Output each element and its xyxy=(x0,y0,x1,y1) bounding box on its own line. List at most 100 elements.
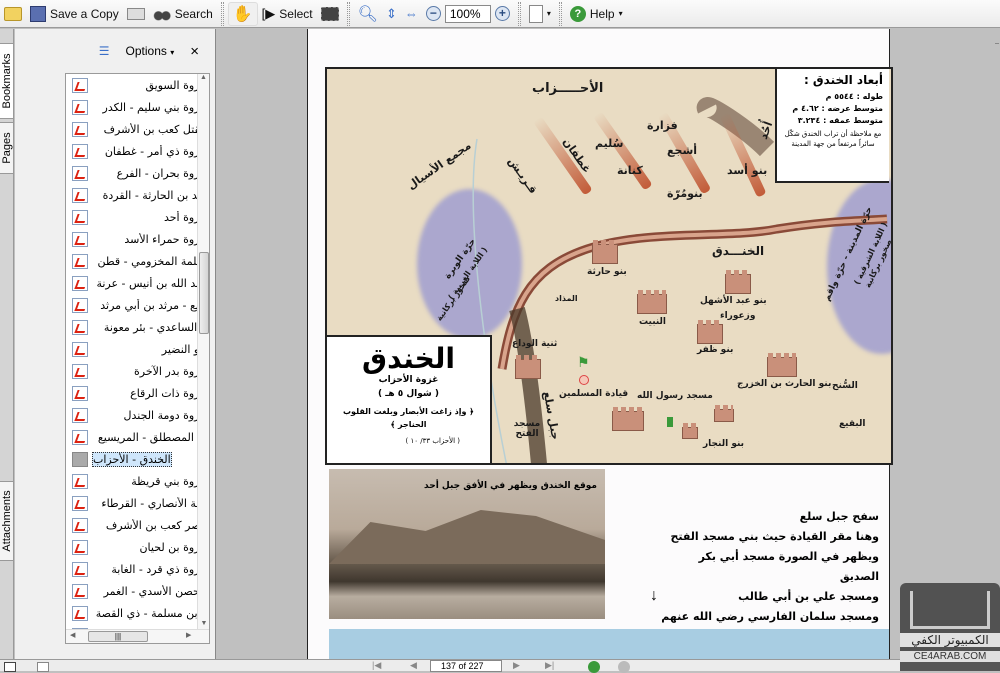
open-button[interactable] xyxy=(0,2,26,26)
bookmark-item[interactable]: غزوة بني قريظة xyxy=(66,470,209,492)
bookmark-item[interactable]: بنو النضير xyxy=(66,338,209,360)
zoom-tool-button[interactable]: 🔍︎ xyxy=(354,2,382,26)
fort-small xyxy=(714,405,734,422)
document-viewer[interactable]: الأحـــــزاب قـريـش غطفان فزارة سُليم أش… xyxy=(217,29,1000,659)
select-tool-button[interactable]: [▶ Select xyxy=(258,2,317,26)
bookmark-item[interactable]: غزوة ذي أمر - غطفان xyxy=(66,140,209,162)
bookmark-item[interactable]: و الساعدي - بئر معونة xyxy=(66,316,209,338)
tab-attachments-label: Attachments xyxy=(0,490,13,552)
scroll-left-arrow[interactable]: ◀ xyxy=(70,631,75,639)
fit-width-icon: ⇔ xyxy=(404,6,418,21)
pdf-bookmark-icon xyxy=(72,209,88,225)
fort-thaniyat-wada xyxy=(515,355,541,379)
fort-banu-haritha xyxy=(592,240,618,264)
bookmark-label: غزوة السويق xyxy=(145,78,206,92)
fort-banu-najjar-main xyxy=(612,407,644,431)
horizontal-scrollbar[interactable]: ◀ ||| ▶ xyxy=(66,629,209,643)
watermark-arabic: الكمبيوتر الكفي xyxy=(900,633,1000,647)
search-button[interactable]: Search xyxy=(149,2,217,26)
pdf-bookmark-icon xyxy=(72,539,88,555)
fit-page-icon: ⇕ xyxy=(385,5,397,21)
caption-line: سفح جبل سلع xyxy=(799,510,879,523)
go-forward-icon[interactable] xyxy=(618,661,630,673)
label-khandaq: الخنـــدق xyxy=(712,244,765,258)
tab-pages[interactable]: Pages xyxy=(0,122,14,174)
bookmark-item[interactable]: عبد الله بن أنيس - عرنة xyxy=(66,272,209,294)
bookmark-item[interactable]: غزوة بني سليم - الكدر xyxy=(66,96,209,118)
bookmark-label: غزوة بني قريظة xyxy=(131,474,206,488)
scrollbar-thumb[interactable] xyxy=(199,252,209,334)
map-title: الخندق xyxy=(362,342,455,375)
first-page-button[interactable]: |◀ xyxy=(372,660,381,671)
quran-verse: ﴿ وإذ زاغت الأبصار وبلغت القلوب الحناجر … xyxy=(343,407,474,429)
save-copy-button[interactable]: Save a Copy xyxy=(26,2,123,26)
search-label: Search xyxy=(174,6,213,21)
bookmark-item[interactable]: غزوة حمراء الأسد xyxy=(66,228,209,250)
scroll-up-arrow[interactable]: ▲ xyxy=(198,74,209,81)
tab-bookmarks-label: Bookmarks xyxy=(0,53,13,109)
fort-banu-zafar xyxy=(697,320,723,344)
zoom-level-input[interactable] xyxy=(444,4,491,23)
bookmark-label: غزوة ذي أمر - غطفان xyxy=(104,144,206,158)
pdf-bookmark-icon xyxy=(72,429,88,445)
uhud-photo: موقع الخندق ويظهر في الأفق جبل أحد xyxy=(329,469,605,619)
mountain-shape xyxy=(329,510,605,564)
pdf-bookmark-icon xyxy=(72,99,88,115)
go-back-icon[interactable] xyxy=(588,661,600,673)
bookmark-item[interactable]: د بن مسلمة - ذي القصة xyxy=(66,602,209,624)
fit-page-button[interactable]: ⇕ xyxy=(382,2,401,26)
bookmark-item[interactable]: قصر كعب بن الأشرف xyxy=(66,514,209,536)
bookmark-item[interactable]: الخندق - الأحزاب xyxy=(66,448,209,470)
scroll-down-arrow[interactable]: ▼ xyxy=(198,620,209,627)
bookmark-item[interactable]: غزوة بحران - الفرع xyxy=(66,162,209,184)
bookmark-item[interactable]: غزوة ذات الرقاع xyxy=(66,382,209,404)
bookmark-item[interactable]: ي المصطلق - المريسيع xyxy=(66,426,209,448)
fort-banu-harith xyxy=(767,353,797,377)
pdf-bookmark-icon xyxy=(72,143,88,159)
dims-width: متوسط عرضه : ٤.٦٢ م xyxy=(792,104,883,113)
last-page-button[interactable]: ▶| xyxy=(545,660,554,671)
page-layout-button[interactable]: ▾ xyxy=(525,2,555,26)
fit-width-button[interactable]: ⇔ xyxy=(401,2,422,26)
bookmark-item[interactable]: غزوة أحد xyxy=(66,206,209,228)
bookmark-label: غزوة أحد xyxy=(163,210,206,224)
toolbar: Save a Copy Search ✋ [▶ Select 🔍︎ ⇕ ⇔ − … xyxy=(0,0,1000,28)
pdf-page: الأحـــــزاب قـريـش غطفان فزارة سُليم أش… xyxy=(307,29,893,659)
horizontal-scrollbar-thumb[interactable]: ||| xyxy=(88,631,148,642)
scroll-right-arrow[interactable]: ▶ xyxy=(186,631,191,639)
bookmark-item[interactable]: زيد بن الحارثة - القردة xyxy=(66,184,209,206)
page-number-input[interactable]: 137 of 227 xyxy=(430,660,502,672)
options-menu-button[interactable]: Options ▾ xyxy=(126,44,175,58)
bookmark-tree: غزوة السويق غزوة بني سليم - الكدر مقتل كعب… xyxy=(65,73,210,644)
close-panel-button[interactable]: × xyxy=(190,43,199,60)
hand-tool-button[interactable]: ✋ xyxy=(227,1,258,26)
bookmark-item[interactable]: غزوة ذي قرد - الغابة xyxy=(66,558,209,580)
bookmark-item[interactable]: غزوة بن لحيان xyxy=(66,536,209,558)
page-icon xyxy=(72,451,88,467)
pdf-bookmark-icon xyxy=(72,517,88,533)
bookmark-item[interactable]: غزوة بدر الآخرة xyxy=(66,360,209,382)
bookmark-item[interactable]: لمة الأنصاري - القرطاء xyxy=(66,492,209,514)
next-page-button[interactable]: ▶ xyxy=(513,660,520,671)
prophet-mosque-icon xyxy=(667,417,673,427)
snapshot-button[interactable] xyxy=(317,2,343,26)
help-button[interactable]: ? Help ▾ xyxy=(566,2,627,26)
bookmark-item[interactable]: جيع - مرثد بن أبي مرثد xyxy=(66,294,209,316)
pdf-bookmark-icon xyxy=(72,363,88,379)
print-button[interactable] xyxy=(123,2,149,26)
prev-page-button[interactable]: ◀ xyxy=(410,660,417,671)
bookmark-item[interactable]: مقتل كعب بن الأشرف xyxy=(66,118,209,140)
next-image-strip xyxy=(329,629,889,659)
bookmark-item[interactable]: غزوة دومة الجندل xyxy=(66,404,209,426)
zoom-out-button[interactable]: − xyxy=(422,2,445,26)
pdf-bookmark-icon xyxy=(72,561,88,577)
tab-attachments[interactable]: Attachments xyxy=(0,481,14,561)
folder-open-icon xyxy=(4,6,22,21)
vertical-scrollbar[interactable]: ▲ ▼ xyxy=(197,74,209,629)
bookmark-item[interactable]: محصن الأسدي - الغمر xyxy=(66,580,209,602)
tab-bookmarks[interactable]: Bookmarks xyxy=(0,43,14,119)
bookmark-item[interactable]: سلمة المخزومي - قطن xyxy=(66,250,209,272)
zoom-in-button[interactable]: + xyxy=(491,2,514,26)
bookmark-item[interactable]: غزوة السويق xyxy=(66,74,209,96)
bookmark-label: غزوة بني سليم - الكدر xyxy=(102,100,206,114)
